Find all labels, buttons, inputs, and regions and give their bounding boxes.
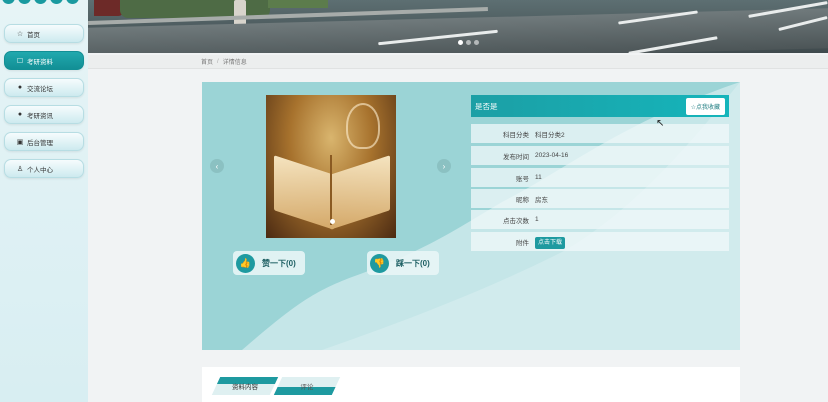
field-row: 发布时间 2023-04-16 — [471, 146, 729, 165]
field-key: 点击次数 — [503, 217, 529, 225]
resource-cover-image — [266, 95, 396, 238]
breadcrumb-home[interactable]: 首页 — [201, 57, 213, 66]
resource-title: 是否是 — [475, 101, 498, 111]
field-row: 账号 11 — [471, 168, 729, 187]
user-icon: ♙ — [16, 165, 24, 173]
sidebar-top-decoration — [2, 0, 79, 4]
field-row: 昵称 房东 — [471, 189, 729, 208]
carousel-dot[interactable] — [458, 40, 463, 45]
detail-title-bar: 是否是 ☆点我收藏 — [471, 95, 729, 117]
sidebar-item-label: 交流论坛 — [27, 85, 53, 93]
field-value: 1 — [535, 216, 539, 223]
field-row: 科目分类 科目分类2 — [471, 124, 729, 143]
sidebar: ☆ 首页 ☐ 考研资料 ● 交流论坛 ● 考研资讯 ▣ 后台管理 ♙ 个人中心 — [0, 0, 88, 402]
like-button[interactable]: 👍 赞一下(0) — [233, 251, 305, 275]
sidebar-item-label: 考研资料 — [27, 58, 53, 66]
field-value: 11 — [535, 174, 542, 181]
like-label: 赞一下(0) — [262, 258, 296, 268]
banner-photo-hedge — [268, 0, 328, 8]
content-tabs-panel: 资料内容 评论 — [202, 367, 740, 402]
download-button[interactable]: 点击下载 — [535, 237, 566, 249]
field-key: 昵称 — [516, 196, 529, 204]
field-value: 科目分类2 — [535, 131, 565, 139]
field-value: 2023-04-16 — [535, 152, 569, 159]
mouse-cursor-icon: ↖ — [656, 118, 665, 129]
breadcrumb: 首页 / 详情信息 — [88, 55, 828, 69]
prev-image-button[interactable]: ‹ — [210, 159, 224, 173]
dislike-button[interactable]: 👎 踩一下(0) — [367, 251, 439, 275]
banner-carousel — [88, 0, 828, 53]
next-image-button[interactable]: › — [437, 159, 451, 173]
tab-resource-content[interactable]: 资料内容 — [211, 377, 279, 395]
field-key: 发布时间 — [503, 153, 529, 161]
sidebar-item-profile[interactable]: ♙ 个人中心 — [4, 159, 84, 178]
sidebar-item-label: 首页 — [27, 31, 40, 39]
sidebar-item-materials[interactable]: ☐ 考研资料 — [4, 51, 84, 70]
field-row: 点击次数 1 — [471, 210, 729, 229]
banner-photo-person — [234, 0, 246, 26]
field-row-attachment: 附件 点击下载 — [471, 232, 729, 251]
info-icon: ● — [17, 111, 23, 118]
field-key: 账号 — [516, 175, 529, 183]
carousel-indicators — [458, 40, 479, 45]
field-value: 房东 — [535, 196, 548, 204]
carousel-dot[interactable] — [474, 40, 479, 45]
image-carousel-dot[interactable] — [330, 219, 335, 224]
thumbs-up-icon: 👍 — [236, 253, 255, 273]
field-key: 附件 — [516, 239, 529, 247]
sidebar-item-label: 后台管理 — [27, 139, 53, 147]
info-icon: ● — [17, 84, 23, 91]
sidebar-item-label: 考研资讯 — [27, 112, 53, 120]
briefcase-icon: ▣ — [16, 138, 24, 146]
favorite-button[interactable]: ☆点我收藏 — [685, 97, 725, 115]
tab-comments[interactable]: 评论 — [273, 377, 341, 395]
sidebar-item-forum[interactable]: ● 交流论坛 — [4, 78, 84, 97]
sidebar-item-home[interactable]: ☆ 首页 — [4, 24, 84, 43]
thumbs-down-icon: 👎 — [370, 253, 389, 273]
tab-label: 评论 — [300, 384, 314, 391]
dislike-label: 踩一下(0) — [396, 258, 430, 268]
sidebar-item-admin[interactable]: ▣ 后台管理 — [4, 132, 84, 151]
tab-label: 资料内容 — [232, 384, 258, 391]
carousel-dot[interactable] — [466, 40, 471, 45]
field-key: 科目分类 — [503, 131, 529, 139]
breadcrumb-separator: / — [217, 58, 219, 65]
breadcrumb-current: 详情信息 — [222, 60, 247, 66]
sidebar-item-label: 个人中心 — [27, 166, 53, 174]
bag-icon: ☐ — [16, 57, 24, 65]
sidebar-item-news[interactable]: ● 考研资讯 — [4, 105, 84, 124]
star-icon: ☆ — [16, 30, 24, 38]
